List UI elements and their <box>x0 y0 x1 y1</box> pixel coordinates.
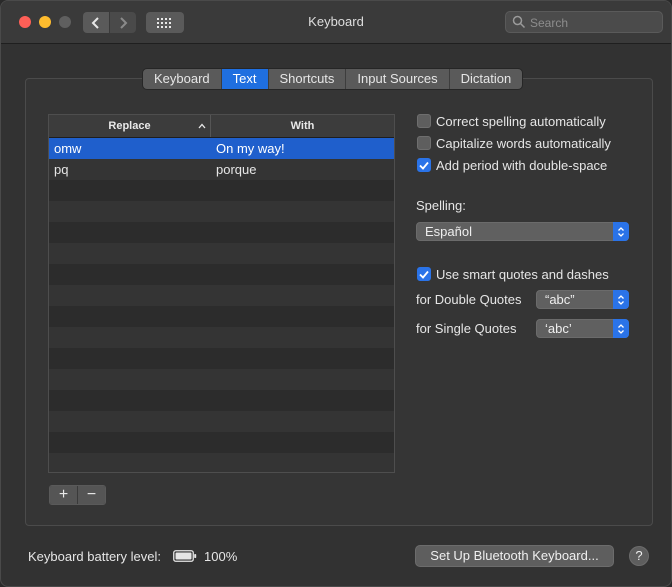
tab-input-sources[interactable]: Input Sources <box>346 69 450 89</box>
popup-arrows-icon <box>613 222 629 241</box>
setup-bluetooth-keyboard-button[interactable]: Set Up Bluetooth Keyboard... <box>415 545 614 567</box>
smart-quotes-option[interactable]: Use smart quotes and dashes <box>417 266 609 282</box>
empty-row <box>49 432 394 453</box>
spelling-language-popup[interactable]: Español <box>416 222 629 241</box>
empty-row <box>49 453 394 472</box>
tab-keyboard[interactable]: Keyboard <box>143 69 222 89</box>
empty-row <box>49 285 394 306</box>
text-replacement-table[interactable]: Replace With omw On my way! pq porque <box>48 114 395 473</box>
empty-row <box>49 243 394 264</box>
spelling-language-value: Español <box>425 224 472 239</box>
period-double-space-option[interactable]: Add period with double-space <box>417 157 607 173</box>
preferences-window: Keyboard Keyboard Text Shortcuts Input S… <box>0 0 672 587</box>
smart-quotes-checkbox[interactable] <box>417 267 431 281</box>
empty-row <box>49 327 394 348</box>
column-header-replace[interactable]: Replace <box>49 115 211 137</box>
correct-spelling-label: Correct spelling automatically <box>436 113 606 129</box>
battery-icon <box>173 550 197 562</box>
capitalize-words-label: Capitalize words automatically <box>436 135 611 151</box>
empty-row <box>49 369 394 390</box>
popup-arrows-icon <box>613 319 629 338</box>
search-field[interactable] <box>505 11 663 33</box>
empty-row <box>49 180 394 201</box>
titlebar: Keyboard <box>1 1 671 44</box>
empty-row <box>49 411 394 432</box>
period-double-space-checkbox[interactable] <box>417 158 431 172</box>
column-header-with[interactable]: With <box>211 115 394 137</box>
tab-shortcuts[interactable]: Shortcuts <box>269 69 347 89</box>
table-row[interactable]: omw On my way! <box>49 138 394 159</box>
popup-arrows-icon <box>613 290 629 309</box>
table-header: Replace With <box>49 115 394 138</box>
correct-spelling-checkbox[interactable] <box>417 114 431 128</box>
remove-replacement-button[interactable]: − <box>78 486 105 504</box>
smart-quotes-label: Use smart quotes and dashes <box>436 266 609 282</box>
single-quotes-popup[interactable]: ‘abc’ <box>536 319 629 338</box>
sort-ascending-icon <box>198 115 206 137</box>
tab-dictation[interactable]: Dictation <box>450 69 523 89</box>
table-row[interactable]: pq porque <box>49 159 394 180</box>
correct-spelling-option[interactable]: Correct spelling automatically <box>417 113 606 129</box>
column-header-replace-label: Replace <box>108 120 151 132</box>
add-replacement-button[interactable]: + <box>50 486 78 504</box>
cell-with: porque <box>216 162 257 177</box>
add-remove-control: + − <box>49 485 106 505</box>
empty-row <box>49 348 394 369</box>
empty-row <box>49 390 394 411</box>
double-quotes-value: “abc” <box>545 292 575 307</box>
cell-replace: omw <box>54 141 82 156</box>
empty-row <box>49 264 394 285</box>
empty-row <box>49 222 394 243</box>
battery-percent: 100% <box>204 549 238 564</box>
tab-text[interactable]: Text <box>221 69 269 89</box>
tab-bar: Keyboard Text Shortcuts Input Sources Di… <box>142 68 524 90</box>
search-icon <box>512 15 526 29</box>
battery-level-label: Keyboard battery level: <box>28 549 161 564</box>
search-input[interactable] <box>528 14 662 32</box>
period-double-space-label: Add period with double-space <box>436 157 608 173</box>
checkmark-icon <box>419 270 429 279</box>
cell-replace: pq <box>54 162 69 177</box>
empty-row <box>49 201 394 222</box>
double-quotes-popup[interactable]: “abc” <box>536 290 629 309</box>
capitalize-words-checkbox[interactable] <box>417 136 431 150</box>
capitalize-words-option[interactable]: Capitalize words automatically <box>417 135 611 151</box>
spelling-label: Spelling: <box>416 198 466 213</box>
checkmark-icon <box>419 161 429 170</box>
double-quotes-label: for Double Quotes <box>416 292 522 307</box>
single-quotes-label: for Single Quotes <box>416 321 517 336</box>
single-quotes-value: ‘abc’ <box>545 321 572 336</box>
cell-with: On my way! <box>216 141 285 156</box>
help-button[interactable]: ? <box>629 546 649 566</box>
table-body: omw On my way! pq porque <box>49 138 394 472</box>
empty-row <box>49 306 394 327</box>
